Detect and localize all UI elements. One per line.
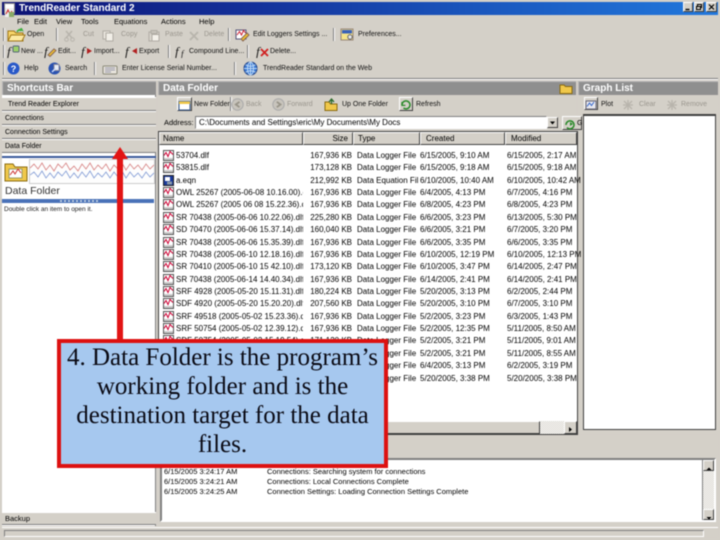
svg-text:f: f: [7, 45, 13, 58]
svg-text:f: f: [125, 45, 131, 58]
svg-text:?: ?: [11, 64, 17, 74]
svg-text:f: f: [81, 45, 87, 58]
svg-text:f: f: [181, 49, 185, 58]
